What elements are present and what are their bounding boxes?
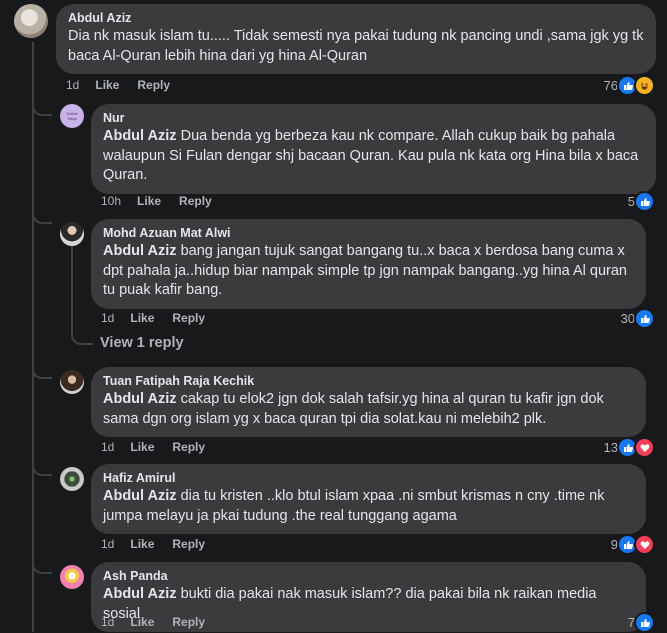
reaction-count: 30 [620, 311, 635, 326]
reply-button[interactable]: Reply [179, 194, 212, 208]
comment-actions: 1d Like Reply [101, 537, 223, 551]
laugh-icon [634, 75, 655, 96]
comment-bubble: Hafiz Amirul Abdul Aziz dia tu kristen .… [91, 464, 646, 534]
thread-branch [32, 200, 52, 224]
reaction-count: 13 [603, 440, 618, 455]
avatar[interactable]: Online Shop [60, 104, 84, 128]
comment-time[interactable]: 1d [101, 311, 114, 325]
mention-link[interactable]: Abdul Aziz [103, 243, 177, 259]
like-button[interactable]: Like [95, 78, 119, 92]
avatar[interactable] [60, 370, 84, 394]
reply-button[interactable]: Reply [172, 537, 205, 551]
comment-actions: 1d Like Reply [101, 440, 223, 454]
comment-author[interactable]: Nur [103, 111, 644, 125]
view-replies-link[interactable]: View 1 reply [100, 335, 184, 351]
comment-time[interactable]: 10h [101, 194, 121, 208]
comment-author[interactable]: Hafiz Amirul [103, 471, 634, 485]
comment-actions: 1d Like Reply [101, 615, 223, 629]
reply-button[interactable]: Reply [172, 440, 205, 454]
comment-text: Abdul Aziz Dua benda yg berbeza kau nk c… [103, 128, 639, 183]
thumbs-up-icon [634, 308, 655, 329]
thumbs-up-icon [634, 191, 655, 212]
comment-text: Abdul Aziz cakap tu elok2 jgn dok salah … [103, 391, 604, 427]
like-button[interactable]: Like [130, 440, 154, 454]
comment-text: Abdul Aziz dia tu kristen ..klo btul isl… [103, 488, 605, 524]
avatar[interactable] [14, 4, 48, 38]
reaction-summary[interactable]: 7 [628, 612, 655, 633]
mention-link[interactable]: Abdul Aziz [103, 488, 177, 504]
comment-bubble: Tuan Fatipah Raja Kechik Abdul Aziz caka… [91, 367, 646, 437]
comment-text: Abdul Aziz bang jangan tujuk sangat bang… [103, 243, 627, 298]
avatar-label: Online Shop [66, 111, 78, 121]
comment-time[interactable]: 1d [101, 537, 114, 551]
like-button[interactable]: Like [130, 537, 154, 551]
comment-time[interactable]: 1d [66, 78, 79, 92]
thread-branch [32, 355, 52, 379]
comment-actions: 1d Like Reply [66, 78, 188, 92]
thread-branch [32, 550, 52, 574]
comment-bubble: Nur Abdul Aziz Dua benda yg berbeza kau … [91, 104, 656, 194]
comment-time[interactable]: 1d [101, 615, 114, 629]
comment-author[interactable]: Tuan Fatipah Raja Kechik [103, 374, 634, 388]
reaction-summary[interactable]: 9 [611, 534, 655, 555]
reply-button[interactable]: Reply [172, 615, 205, 629]
comment-author[interactable]: Abdul Aziz [68, 11, 644, 25]
reaction-summary[interactable]: 30 [621, 308, 655, 329]
mention-link[interactable]: Abdul Aziz [103, 391, 177, 407]
avatar[interactable] [60, 565, 84, 589]
thumbs-up-icon [634, 612, 655, 633]
reaction-summary[interactable]: 76 [604, 75, 655, 96]
reply-button[interactable]: Reply [172, 311, 205, 325]
comment-bubble: Mohd Azuan Mat Alwi Abdul Aziz bang jang… [91, 219, 646, 309]
like-button[interactable]: Like [130, 615, 154, 629]
mention-link[interactable]: Abdul Aziz [103, 586, 177, 602]
heart-icon [634, 437, 655, 458]
reaction-count: 76 [603, 78, 618, 93]
comment-author[interactable]: Mohd Azuan Mat Alwi [103, 226, 634, 240]
comment-actions: 1d Like Reply [101, 311, 223, 325]
like-button[interactable]: Like [137, 194, 161, 208]
comment-text: Dia nk masuk islam tu..... Tidak semesti… [68, 28, 644, 64]
comment-actions: 10h Like Reply [101, 194, 230, 208]
heart-icon [634, 534, 655, 555]
comment-bubble: Abdul Aziz Dia nk masuk islam tu..... Ti… [56, 4, 656, 74]
thread-line-main [32, 42, 34, 632]
thread-branch [32, 452, 52, 476]
comment-author[interactable]: Ash Panda [103, 569, 634, 583]
reaction-summary[interactable]: 5 [628, 191, 655, 212]
mention-link[interactable]: Abdul Aziz [103, 128, 177, 144]
thread-branch [32, 92, 52, 116]
like-button[interactable]: Like [130, 311, 154, 325]
avatar[interactable] [60, 222, 84, 246]
comment-time[interactable]: 1d [101, 440, 114, 454]
reply-button[interactable]: Reply [137, 78, 170, 92]
reaction-summary[interactable]: 13 [604, 437, 655, 458]
thread-line-sub [71, 246, 73, 326]
thread-branch-sub [71, 325, 93, 345]
avatar[interactable] [60, 467, 84, 491]
